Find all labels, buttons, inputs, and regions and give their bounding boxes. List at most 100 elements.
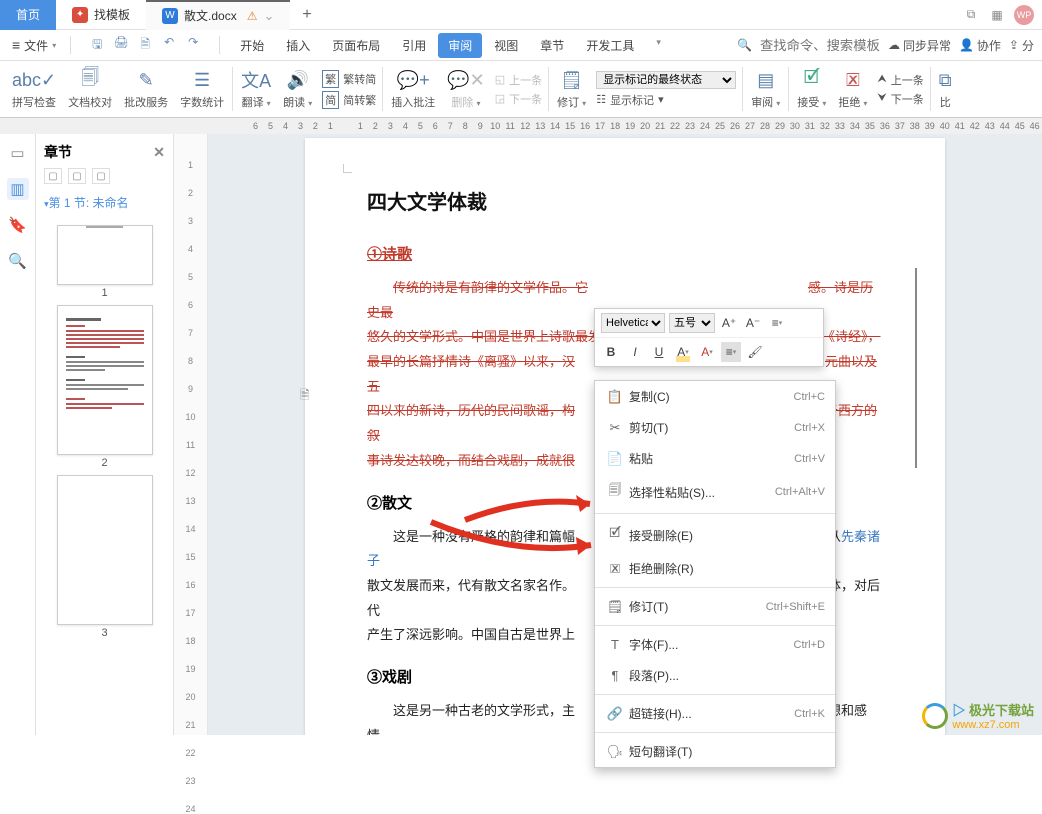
left-rail: ▭ ▥ 🔖 🔍 xyxy=(0,134,36,735)
menu-paragraph[interactable]: ¶段落(P)... xyxy=(595,660,835,691)
markup-state-select[interactable]: 显示标记的最终状态 xyxy=(596,71,736,89)
ribbon-tab-start[interactable]: 开始 xyxy=(230,33,274,58)
sync-status[interactable]: ☁同步异常 xyxy=(888,37,951,54)
increase-font-button[interactable]: A⁺ xyxy=(719,313,739,333)
italic-button[interactable]: I xyxy=(625,342,645,362)
print-icon[interactable]: 🖨 xyxy=(113,35,129,56)
ribbon-tab-pagelayout[interactable]: 页面布局 xyxy=(322,33,390,58)
watermark-logo-icon xyxy=(922,703,948,729)
preview-icon[interactable]: 🗎 xyxy=(137,35,153,56)
ribbon-tab-review[interactable]: 审阅 xyxy=(438,33,482,58)
tab-document[interactable]: W 散文.docx ⚠ ⌄ xyxy=(146,0,290,30)
menu-cut[interactable]: ✂剪切(T)Ctrl+X xyxy=(595,412,835,443)
undo-icon[interactable]: ↶ xyxy=(161,35,177,56)
next-change-button[interactable]: ⮟下一条 xyxy=(877,91,923,107)
format-painter-button[interactable]: 🖌 xyxy=(745,342,765,362)
abc-icon: abc✓ xyxy=(12,68,56,92)
reject-button[interactable]: 🗷拒绝 ▾ xyxy=(832,61,873,117)
bookmark-icon[interactable]: 🔖 xyxy=(7,214,29,236)
section-tool-a[interactable]: ▢ xyxy=(44,168,62,184)
highlight-button[interactable]: A▾ xyxy=(673,342,693,362)
accept-button[interactable]: 🗹接受 ▾ xyxy=(791,61,832,117)
ribbon-tab-chapter[interactable]: 章节 xyxy=(530,33,574,58)
chevron-down-icon: ▾ xyxy=(52,41,56,50)
wordcount-button[interactable]: ☰字数统计 xyxy=(174,61,230,117)
speaker-icon: 🔊 xyxy=(286,68,308,92)
ribbon-tab-view[interactable]: 视图 xyxy=(484,33,528,58)
section-1-label[interactable]: 第 1 节: 未命名 xyxy=(36,190,173,215)
margin-note-icon[interactable]: 🗎 xyxy=(300,386,310,407)
menu-revise[interactable]: 🗒修订(T)Ctrl+Shift+E xyxy=(595,591,835,622)
line-spacing-button[interactable]: ≡▾ xyxy=(767,313,787,333)
ribbon-tab-insert[interactable]: 插入 xyxy=(276,33,320,58)
translate-button[interactable]: 文A翻译 ▾ xyxy=(235,61,277,117)
simp-to-trad-button[interactable]: 简简转繁 xyxy=(322,91,376,109)
vertical-ruler[interactable]: 123456789101112131415161718192021222324 xyxy=(174,134,208,735)
command-search-input[interactable] xyxy=(760,38,880,53)
menu-font[interactable]: T字体(F)...Ctrl+D xyxy=(595,629,835,660)
grid-icon[interactable]: ▦ xyxy=(988,6,1006,24)
show-markup-button[interactable]: ☷显示标记 ▾ xyxy=(596,92,736,108)
dropdown-icon[interactable]: ⌄ xyxy=(263,8,274,24)
prev-change-button[interactable]: ⮝上一条 xyxy=(877,72,923,88)
collab-button[interactable]: 👤协作 xyxy=(959,37,1001,54)
review-pane-button[interactable]: ▤审阅 ▾ xyxy=(745,61,786,117)
compare-button[interactable]: ⧉比 xyxy=(933,61,958,117)
decrease-font-button[interactable]: A⁻ xyxy=(743,313,763,333)
ribbon-tab-more[interactable]: ▾ xyxy=(646,33,671,58)
tab-home[interactable]: 首页 xyxy=(0,0,56,30)
menu-short-translate[interactable]: 🗣短句翻译(T) xyxy=(595,736,835,767)
thumb-page-3[interactable] xyxy=(57,475,153,625)
redo-icon[interactable]: ↷ xyxy=(185,35,201,56)
wordcount-icon: ☰ xyxy=(194,68,210,92)
new-tab-button[interactable]: + xyxy=(290,6,323,24)
bold-button[interactable]: B xyxy=(601,342,621,362)
thumb-page-1[interactable] xyxy=(57,225,153,285)
ribbon: abc✓拼写检查 🗐文档校对 ✎批改服务 ☰字数统计 文A翻译 ▾ 🔊朗读 ▾ … xyxy=(0,60,1042,118)
templates-icon: ✦ xyxy=(72,7,88,23)
section-tool-c[interactable]: ▢ xyxy=(92,168,110,184)
horizontal-ruler[interactable]: 6 5 4 3 2 1 1 2 345678910111213141516171… xyxy=(0,118,1042,134)
approve-service-button[interactable]: ✎批改服务 xyxy=(118,61,174,117)
layout-icon[interactable]: ⧉ xyxy=(962,6,980,24)
read-aloud-button[interactable]: 🔊朗读 ▾ xyxy=(277,61,318,117)
font-color-button[interactable]: A▾ xyxy=(697,342,717,362)
outline-icon[interactable]: ▭ xyxy=(7,142,29,164)
search-icon: 🔍 xyxy=(737,38,752,52)
prev-comment-button[interactable]: ◱上一条 xyxy=(495,72,542,88)
menu-accept-delete[interactable]: 🗹接受删除(E) xyxy=(595,517,835,553)
delete-comment-button[interactable]: 💬✕删除 ▾ xyxy=(441,61,491,117)
doc-proof-button[interactable]: 🗐文档校对 xyxy=(62,61,118,117)
tab-templates[interactable]: ✦ 找模板 xyxy=(56,0,146,30)
insert-comment-button[interactable]: 💬+插入批注 xyxy=(385,61,441,117)
trad-to-simp-button[interactable]: 繁繁转简 xyxy=(322,70,376,88)
font-select[interactable]: Helvetica xyxy=(601,313,665,333)
thumb-page-2[interactable] xyxy=(57,305,153,455)
proof-icon: 🗐 xyxy=(81,68,99,92)
menu-copy[interactable]: 📋复制(C)Ctrl+C xyxy=(595,381,835,412)
revise-button[interactable]: 🗒修订 ▾ xyxy=(551,61,592,117)
window-controls: ⧉ ▦ WP xyxy=(962,5,1042,25)
underline-button[interactable]: U xyxy=(649,342,669,362)
thumb-num-1: 1 xyxy=(56,287,153,299)
menu-paste[interactable]: 📄粘贴Ctrl+V xyxy=(595,443,835,474)
menu-paste-special[interactable]: 🗐选择性粘贴(S)...Ctrl+Alt+V xyxy=(595,474,835,510)
align-button[interactable]: ≡▾ xyxy=(721,342,741,362)
share-button[interactable]: ⇪分 xyxy=(1009,37,1034,54)
search-panel-icon[interactable]: 🔍 xyxy=(7,250,29,272)
trad-prefix-icon: 简 xyxy=(322,91,339,109)
close-panel-button[interactable]: ✕ xyxy=(153,144,165,161)
translate-icon: 文A xyxy=(241,68,271,92)
ribbon-tab-devtools[interactable]: 开发工具 xyxy=(576,33,644,58)
ribbon-tab-reference[interactable]: 引用 xyxy=(392,33,436,58)
file-menu[interactable]: 文件 ▾ xyxy=(8,37,60,54)
section-tool-b[interactable]: ▢ xyxy=(68,168,86,184)
save-icon[interactable]: 🖫 xyxy=(89,35,105,56)
menu-hyperlink[interactable]: 🔗超链接(H)...Ctrl+K xyxy=(595,698,835,729)
next-comment-button[interactable]: ◲下一条 xyxy=(495,91,542,107)
menu-reject-delete[interactable]: 🗷拒绝删除(R) xyxy=(595,553,835,584)
size-select[interactable]: 五号 xyxy=(669,313,715,333)
sections-icon[interactable]: ▥ xyxy=(7,178,29,200)
user-avatar[interactable]: WP xyxy=(1014,5,1034,25)
spellcheck-button[interactable]: abc✓拼写检查 xyxy=(6,61,62,117)
